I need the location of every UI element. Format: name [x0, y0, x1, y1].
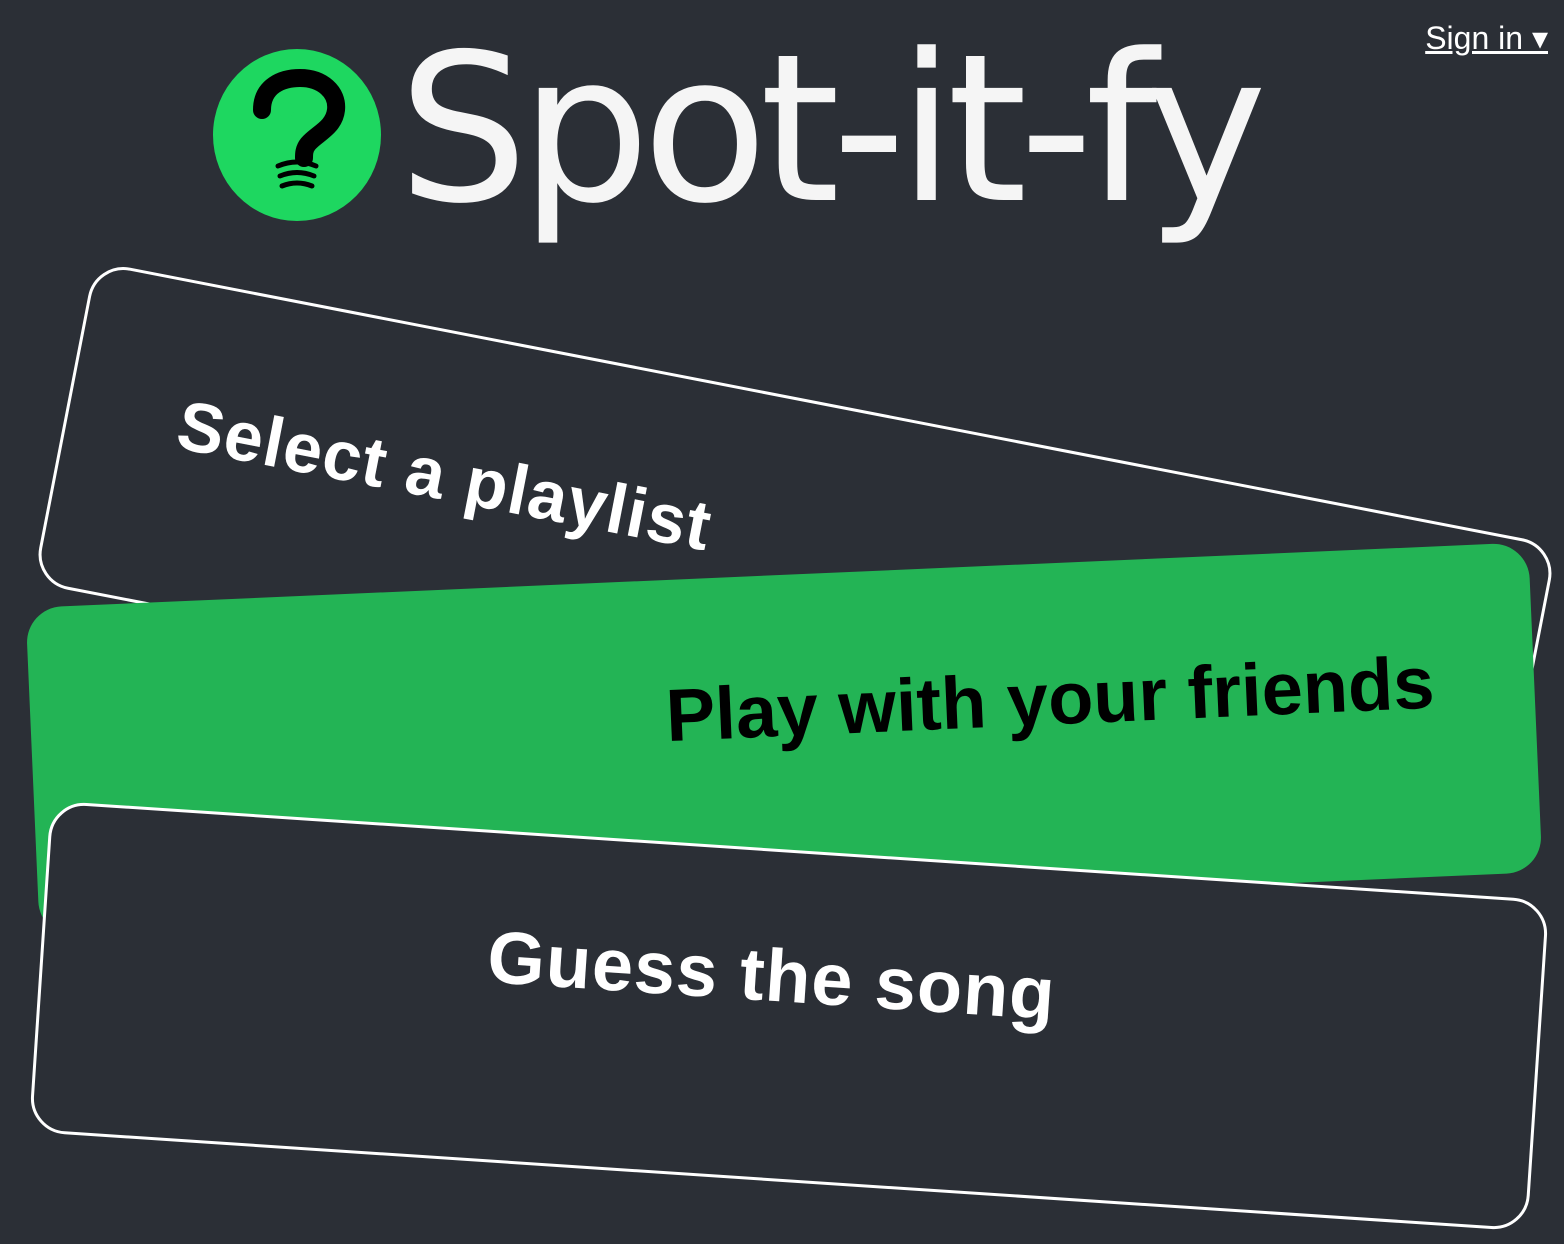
- guess-the-song-label: Guess the song: [485, 914, 1059, 1036]
- question-mark-speaker-icon: [213, 48, 381, 221]
- home-page: Sign in ▾ Spot-it-fy Select a playlist P…: [0, 0, 1564, 1244]
- select-playlist-label: Select a playlist: [170, 385, 719, 566]
- brand-logo: Spot-it-fy: [212, 10, 1267, 249]
- sign-in-dropdown[interactable]: Sign in ▾: [1425, 19, 1548, 57]
- brand-wordmark: Spot-it-fy: [398, 10, 1267, 249]
- play-with-friends-label: Play with your friends: [664, 640, 1436, 757]
